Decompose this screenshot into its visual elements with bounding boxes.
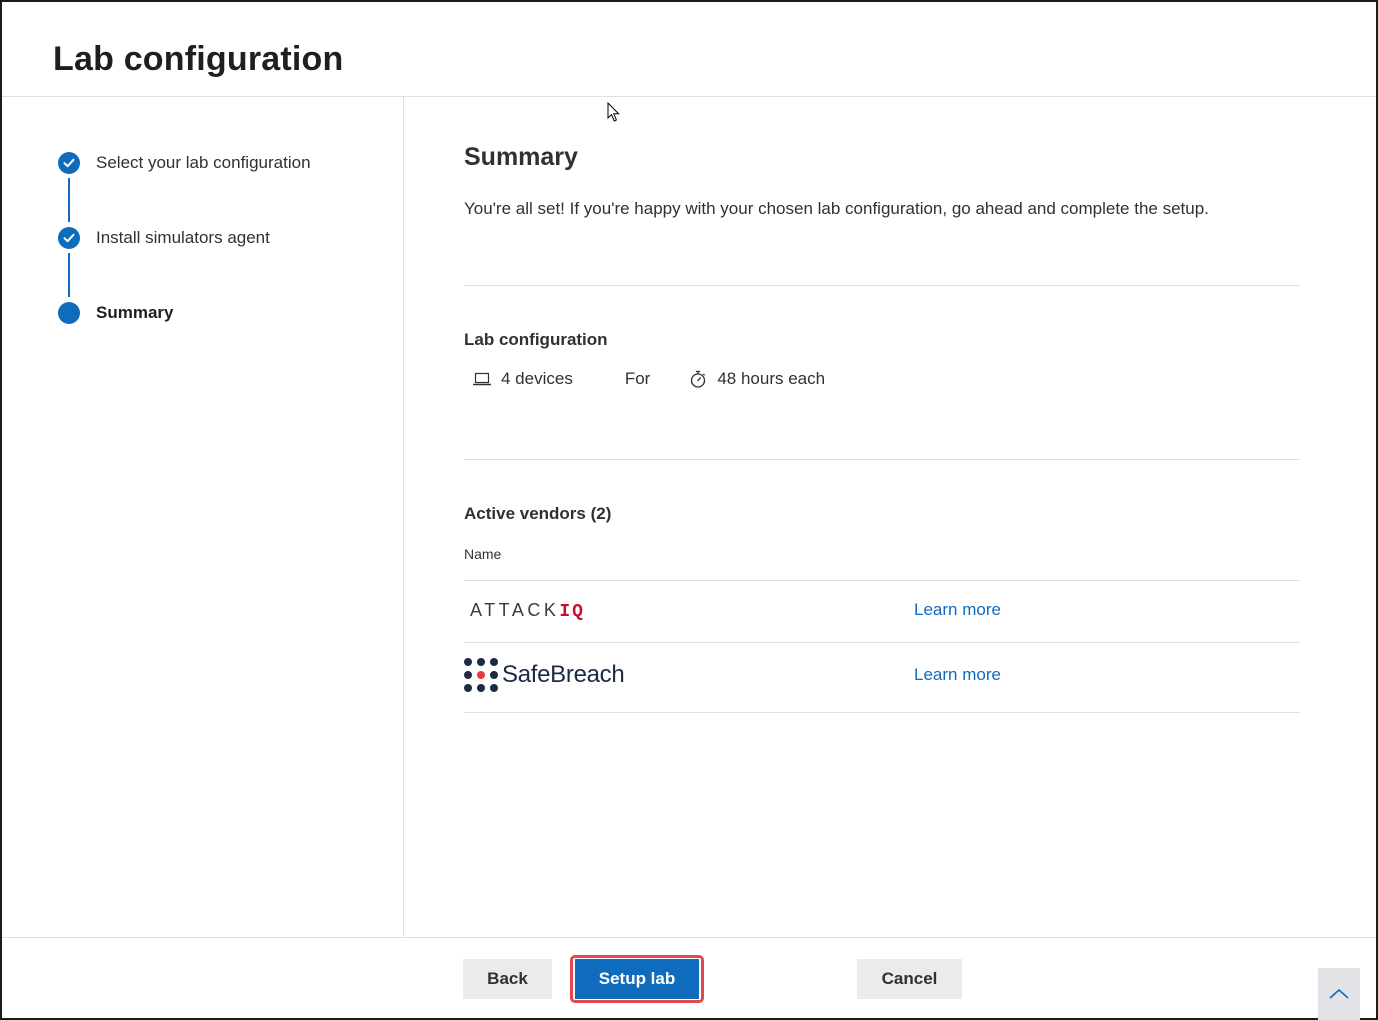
check-icon [58, 152, 80, 174]
scroll-to-top-button[interactable] [1318, 968, 1360, 1020]
for-label: For [624, 369, 651, 388]
vendor-name-column-header: Name [464, 546, 502, 562]
vendor-row-attackiq: ATTACKIQ Learn more [464, 581, 1300, 642]
chevron-up-icon [1329, 988, 1349, 999]
step-label: Install simulators agent [96, 228, 270, 247]
step-connector [68, 178, 70, 222]
wizard-steps: Select your lab configuration Install si… [2, 97, 404, 937]
lab-configuration-heading: Lab configuration [464, 330, 608, 349]
laptop-icon [472, 369, 492, 389]
attackiq-logo-text: ATTACK [470, 600, 560, 620]
safebreach-logo-text: SafeBreach [502, 661, 625, 688]
step-label: Select your lab configuration [96, 153, 311, 172]
check-icon [58, 227, 80, 249]
current-step-dot-icon [58, 302, 80, 324]
section-divider [464, 459, 1300, 460]
active-vendors-heading: Active vendors (2) [464, 504, 612, 523]
safebreach-dots-icon [464, 658, 498, 692]
mouse-cursor-icon [607, 102, 620, 122]
step-connector [68, 253, 70, 297]
step-select-lab-configuration[interactable]: Select your lab configuration [58, 152, 311, 174]
footer-divider [2, 937, 1376, 938]
safebreach-logo: SafeBreach [464, 658, 625, 692]
lab-configuration-details: 4 devices For 48 hours each [472, 369, 825, 389]
summary-description: You're all set! If you're happy with you… [464, 199, 1209, 218]
stopwatch-icon [688, 369, 708, 389]
back-button[interactable]: Back [463, 959, 552, 999]
section-divider [464, 285, 1300, 286]
vendor-row-safebreach: SafeBreach Learn more [464, 643, 1300, 712]
attackiq-logo-accent: IQ [559, 602, 585, 622]
table-divider [464, 712, 1300, 713]
step-summary[interactable]: Summary [58, 302, 173, 324]
cancel-button[interactable]: Cancel [857, 959, 962, 999]
step-install-simulators-agent[interactable]: Install simulators agent [58, 227, 270, 249]
duration: 48 hours each [717, 369, 826, 388]
summary-title: Summary [464, 143, 578, 171]
learn-more-link-safebreach[interactable]: Learn more [914, 665, 1001, 685]
step-label: Summary [96, 303, 174, 322]
page-title: Lab configuration [53, 40, 344, 78]
devices-count: 4 devices [501, 369, 573, 388]
setup-lab-button[interactable]: Setup lab [575, 959, 699, 999]
learn-more-link-attackiq[interactable]: Learn more [914, 600, 1001, 620]
attackiq-logo: ATTACKIQ [470, 600, 585, 622]
